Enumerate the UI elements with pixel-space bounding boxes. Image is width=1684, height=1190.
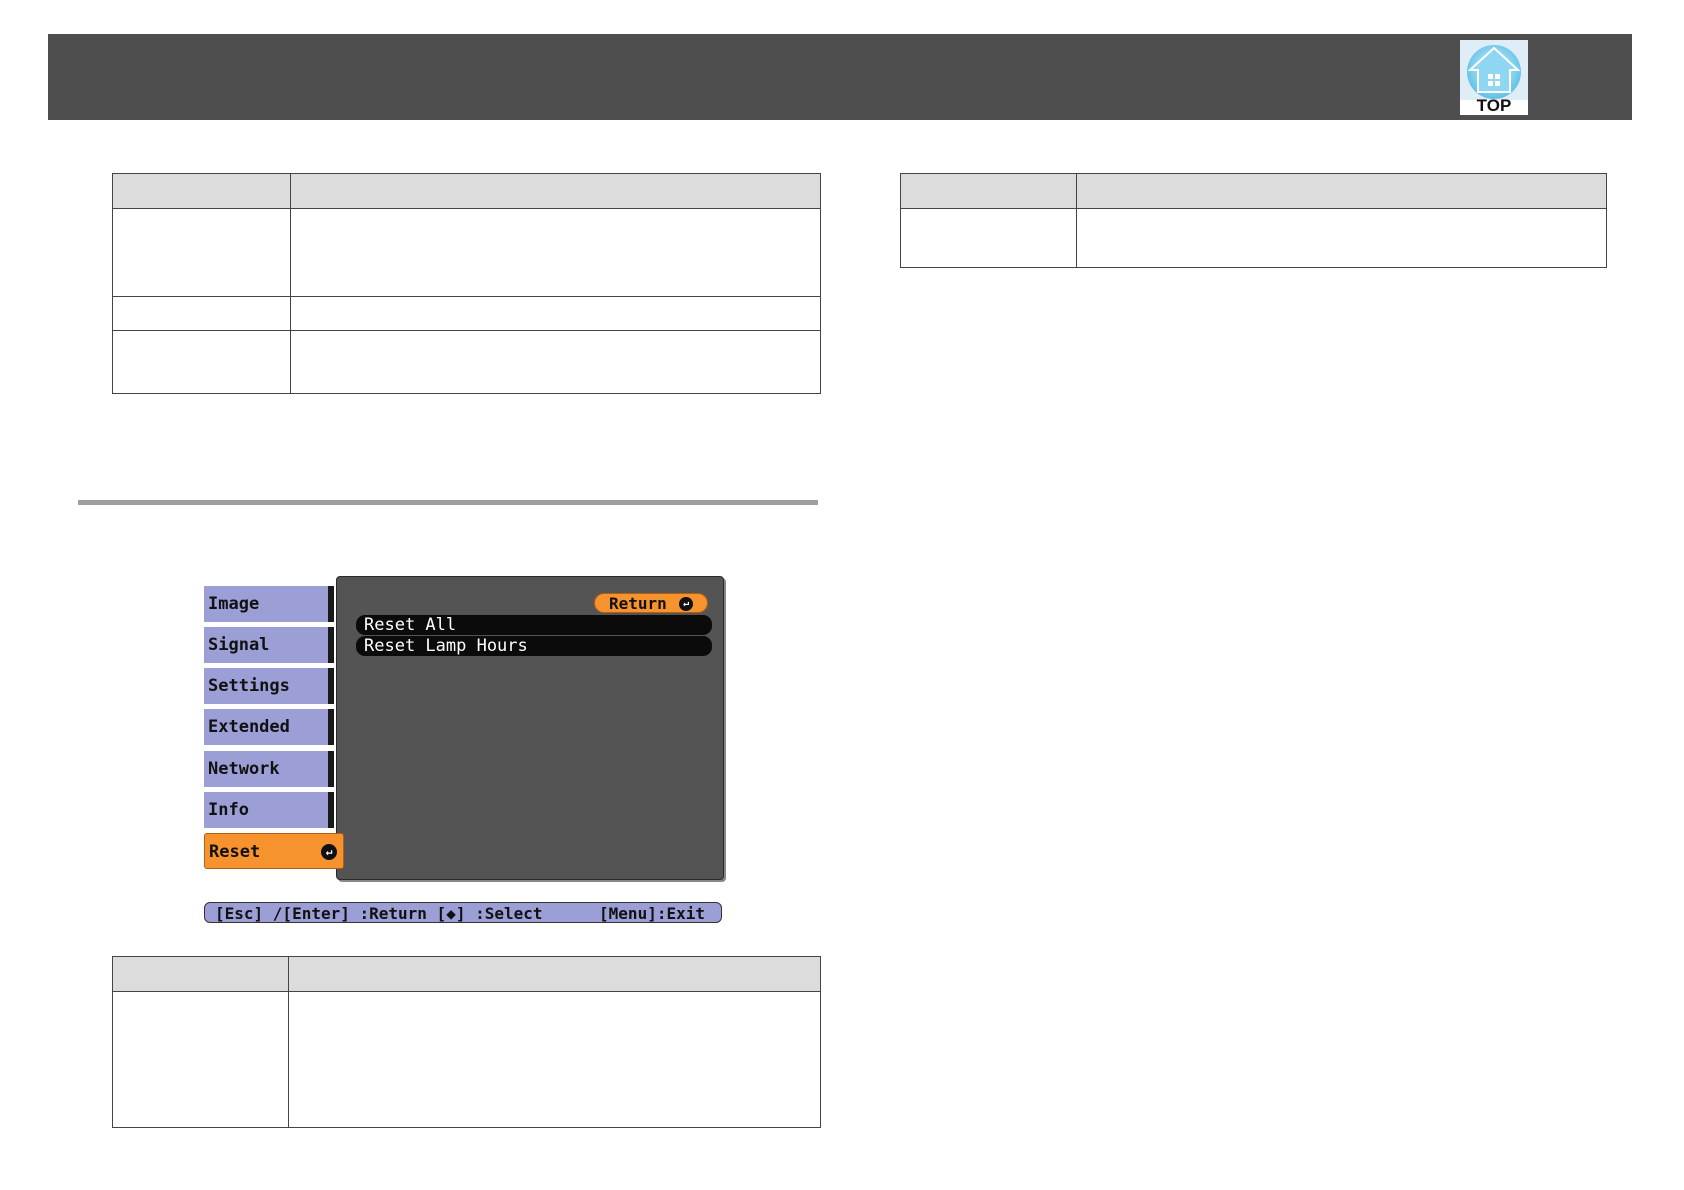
tab-network[interactable]: Network (204, 751, 334, 787)
table-row (112, 330, 821, 394)
table-row (900, 208, 1607, 268)
table-cell (1076, 208, 1607, 268)
table-cell (112, 173, 291, 209)
table-cell (1076, 173, 1607, 209)
menu-item-reset-all[interactable]: Reset All (356, 615, 712, 635)
table-row (112, 991, 821, 1128)
table-row (112, 208, 821, 297)
table-header-row (112, 173, 821, 209)
status-help-text: [Esc] /[Enter] :Return [◆] :Select (215, 904, 543, 923)
top-home-link[interactable]: TOP (1460, 40, 1528, 115)
section-divider (78, 500, 818, 505)
table-cell (290, 330, 821, 394)
tab-settings[interactable]: Settings (204, 668, 334, 704)
enter-icon: ↵ (679, 597, 693, 611)
tab-image[interactable]: Image (204, 586, 334, 622)
status-bar: [Esc] /[Enter] :Return [◆] :Select [Menu… (204, 902, 722, 923)
tab-signal[interactable]: Signal (204, 627, 334, 663)
table-header-row (112, 956, 821, 992)
return-button[interactable]: Return ↵ (594, 593, 708, 613)
top-left-table (112, 173, 821, 394)
enter-icon: ↵ (321, 844, 337, 860)
table-cell (290, 296, 821, 331)
bottom-left-table (112, 956, 821, 1128)
table-cell (290, 173, 821, 209)
table-cell (288, 991, 821, 1128)
table-cell (900, 173, 1077, 209)
table-cell (290, 208, 821, 297)
tab-reset[interactable]: Reset ↵ (204, 833, 344, 869)
table-cell (112, 330, 291, 394)
projector-menu: Image Signal Settings Extended Network I… (204, 574, 724, 924)
table-cell (112, 991, 289, 1128)
tab-reset-label: Reset (209, 842, 261, 862)
table-cell (900, 208, 1077, 268)
top-right-table (900, 173, 1607, 268)
return-label: Return (609, 594, 667, 613)
table-cell (288, 956, 821, 992)
table-cell (112, 296, 291, 331)
table-header-row (900, 173, 1607, 209)
tab-extended[interactable]: Extended (204, 709, 334, 745)
top-label: TOP (1476, 96, 1512, 115)
table-cell (112, 208, 291, 297)
page-header (48, 34, 1632, 120)
menu-item-reset-lamp-hours[interactable]: Reset Lamp Hours (356, 636, 712, 656)
status-exit-text: [Menu]:Exit (599, 904, 705, 923)
top-home-icon (1460, 40, 1528, 100)
table-cell (112, 956, 289, 992)
tab-info[interactable]: Info (204, 792, 334, 828)
table-row (112, 296, 821, 331)
